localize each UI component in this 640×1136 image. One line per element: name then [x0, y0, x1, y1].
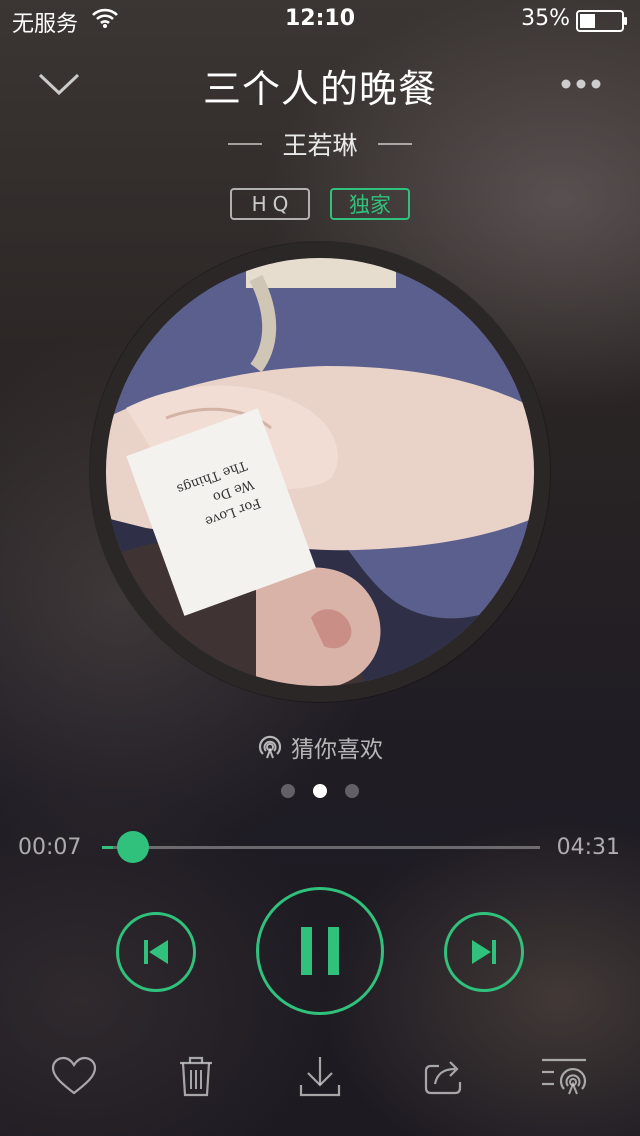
exclusive-badge: 独家 — [330, 188, 410, 220]
radio-icon — [258, 735, 282, 759]
battery-icon — [576, 10, 628, 36]
heart-icon — [51, 1056, 97, 1095]
total-time: 04:31 — [556, 835, 620, 860]
more-button[interactable] — [558, 70, 604, 98]
artist-row: 王若琳 — [0, 126, 640, 162]
progress-knob[interactable] — [117, 831, 150, 863]
skip-previous-icon — [144, 940, 168, 964]
like-button[interactable] — [46, 1050, 102, 1102]
previous-button[interactable] — [116, 912, 196, 992]
album-cover-image[interactable]: The Things We Do For Love — [106, 258, 534, 686]
share-icon — [424, 1061, 462, 1095]
hq-badge[interactable]: HQ — [230, 188, 310, 220]
pause-button[interactable] — [256, 887, 384, 1015]
elapsed-time: 00:07 — [18, 835, 82, 860]
page-dot[interactable] — [281, 784, 295, 798]
playlist-button[interactable] — [536, 1050, 592, 1102]
pause-icon — [301, 927, 339, 975]
download-icon — [299, 1057, 341, 1097]
page-indicator — [0, 784, 640, 798]
guess-you-like-row[interactable]: 猜你喜欢 — [0, 730, 640, 764]
battery-percent: 35% — [521, 6, 570, 31]
progress-slider[interactable] — [102, 831, 540, 863]
guess-you-like-label: 猜你喜欢 — [291, 737, 383, 763]
playlist-icon — [542, 1058, 587, 1095]
delete-button[interactable] — [168, 1050, 224, 1102]
download-button[interactable] — [292, 1050, 348, 1102]
divider — [377, 143, 412, 145]
artist-name[interactable]: 王若琳 — [282, 126, 357, 162]
divider — [228, 143, 263, 145]
trash-icon — [180, 1056, 212, 1097]
share-button[interactable] — [416, 1050, 472, 1102]
more-dots-icon — [561, 79, 601, 89]
collapse-button[interactable] — [36, 66, 82, 102]
next-button[interactable] — [444, 912, 524, 992]
player-screen: 无服务 12:10 35% 三个人的晚餐 王若琳 HQ 独家 The Thing… — [0, 0, 640, 1136]
quality-badges: HQ 独家 — [0, 188, 640, 220]
page-dot[interactable] — [313, 784, 327, 798]
skip-next-icon — [472, 940, 496, 964]
status-bar: 无服务 12:10 35% — [0, 0, 640, 40]
progress-fill — [102, 846, 114, 849]
page-dot[interactable] — [345, 784, 359, 798]
chevron-down-icon — [38, 73, 80, 96]
song-title: 三个人的晚餐 — [202, 67, 437, 111]
